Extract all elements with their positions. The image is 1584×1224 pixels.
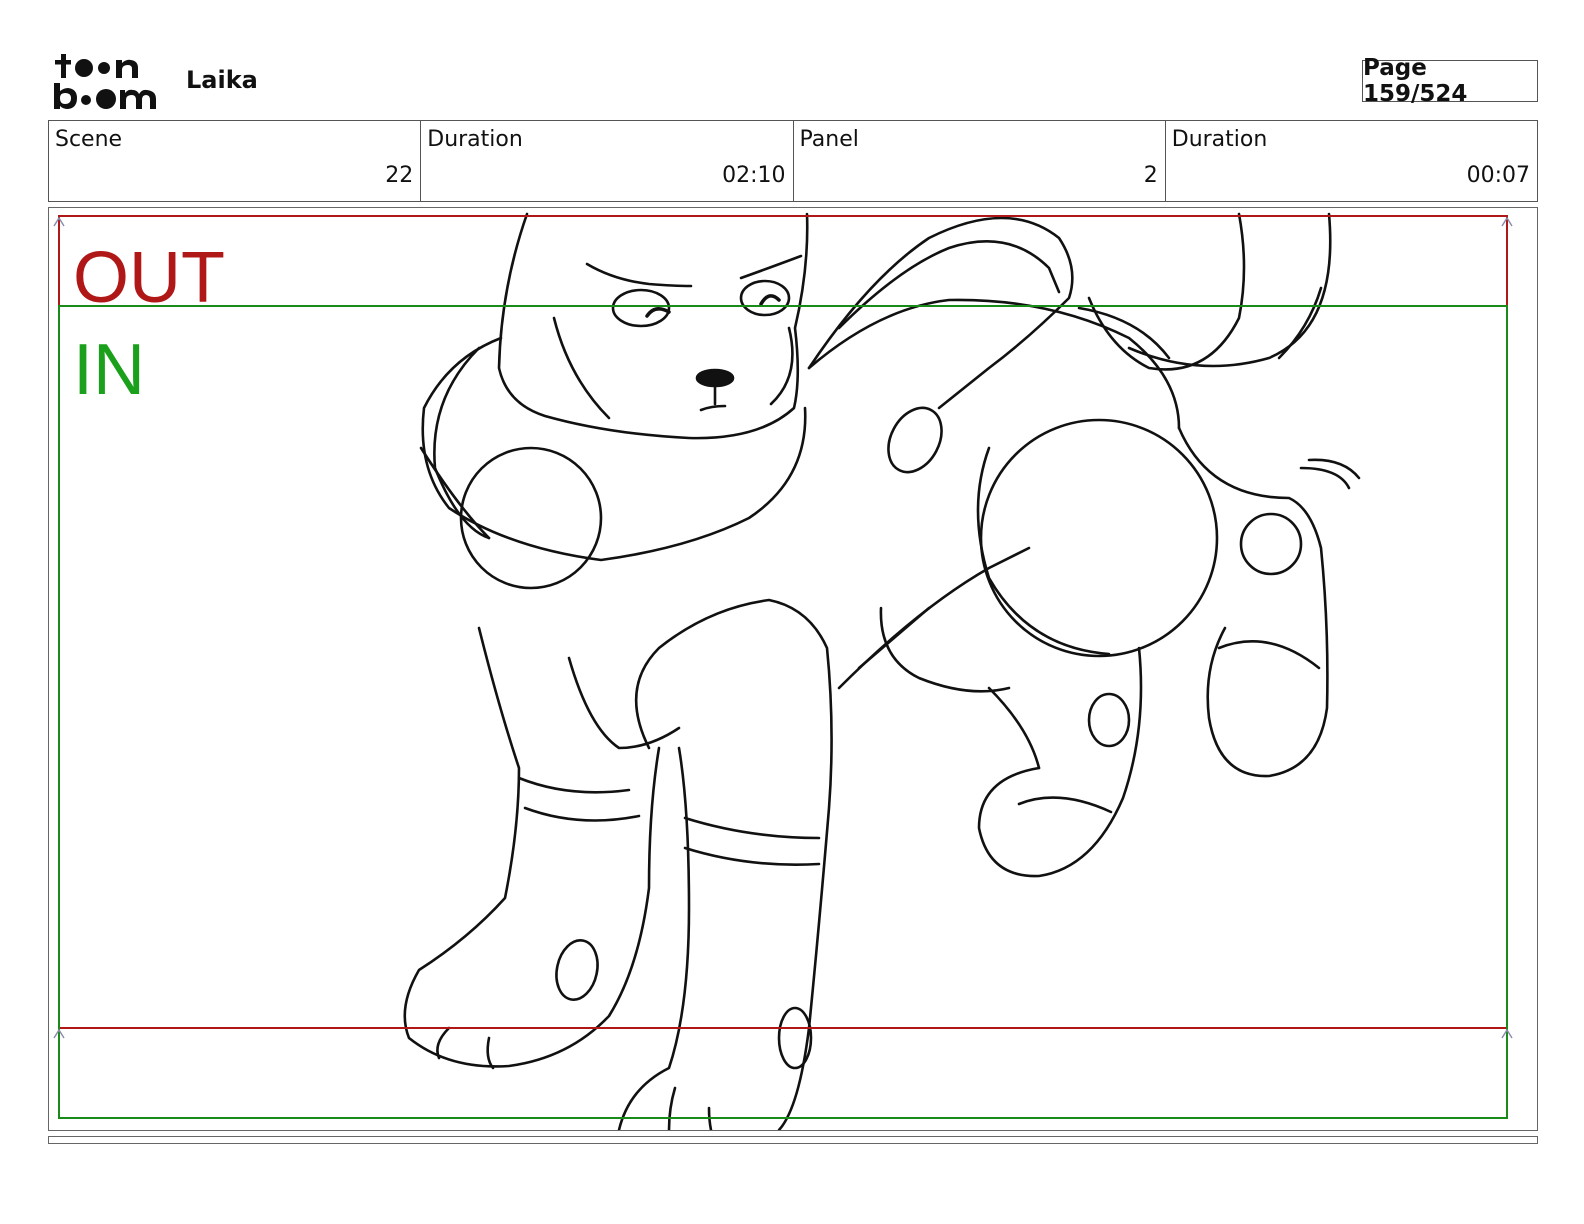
page-label: Page 159/524 bbox=[1363, 55, 1468, 107]
project-name: Laika bbox=[186, 66, 258, 94]
panel-label: Panel bbox=[799, 127, 859, 152]
scene-duration-label: Duration bbox=[427, 127, 523, 152]
out-frame-rect bbox=[58, 215, 1508, 1029]
storyboard-panel-frame: OUT IN bbox=[48, 207, 1538, 1131]
scene-label: Scene bbox=[55, 127, 123, 152]
caption-area bbox=[48, 1136, 1538, 1144]
panel-duration-label: Duration bbox=[1171, 127, 1268, 152]
panel-value: 2 bbox=[1143, 163, 1158, 188]
panel-info-row: Scene 22 Duration 02:10 Panel 2 Duration… bbox=[48, 120, 1538, 202]
panel-duration-value: 00:07 bbox=[1466, 163, 1530, 188]
out-label: OUT bbox=[73, 238, 225, 318]
dog-sketch bbox=[403, 212, 1361, 1130]
panel-cell: Panel 2 bbox=[794, 121, 1166, 201]
in-label: IN bbox=[73, 330, 145, 410]
in-frame-rect bbox=[58, 305, 1508, 1119]
page-indicator: Page 159/524 bbox=[1362, 55, 1538, 107]
toon-boom-logo bbox=[52, 52, 164, 112]
scene-value: 22 bbox=[385, 163, 414, 188]
scene-duration-value: 02:10 bbox=[722, 163, 786, 188]
panel-duration-cell: Duration 00:07 bbox=[1166, 121, 1537, 201]
panel-drawing: OUT IN bbox=[53, 212, 1513, 1130]
scene-duration-cell: Duration 02:10 bbox=[421, 121, 794, 201]
scene-cell: Scene 22 bbox=[49, 121, 422, 201]
